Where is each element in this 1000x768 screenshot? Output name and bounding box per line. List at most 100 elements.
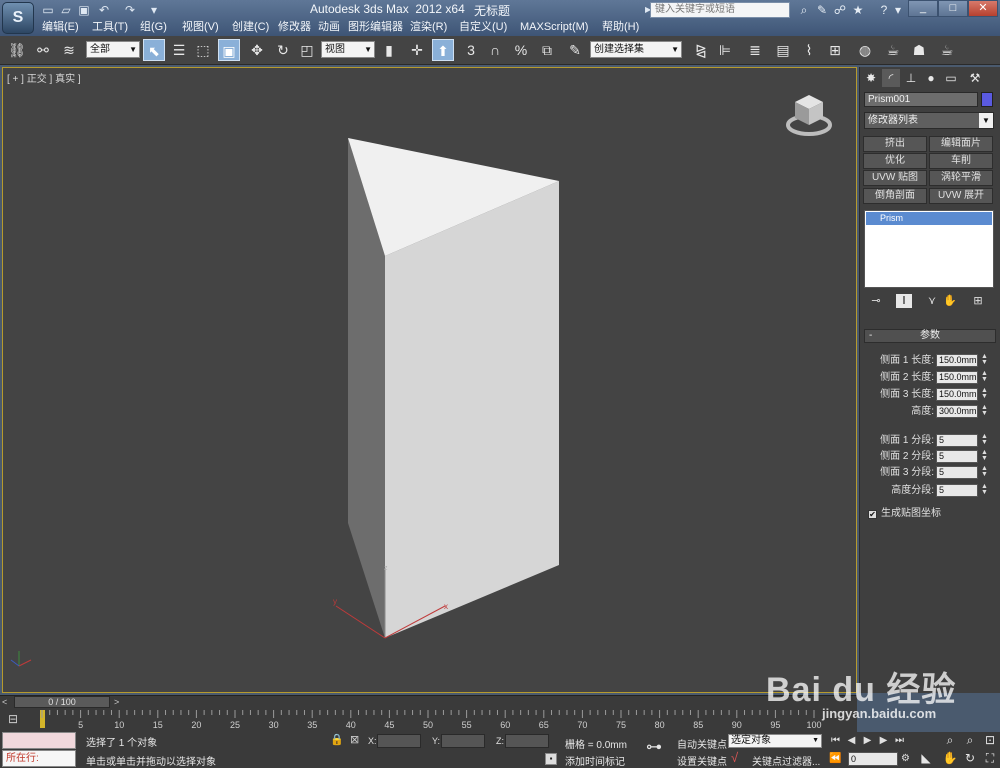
maxscript-listener-input[interactable] bbox=[2, 732, 76, 749]
select-object-icon[interactable]: ⬉ bbox=[143, 39, 165, 61]
modifier-button[interactable]: UVW 展开 bbox=[929, 188, 993, 204]
zoom-extents-icon[interactable]: ⊡ bbox=[982, 732, 998, 748]
segment-field[interactable]: 5 bbox=[936, 466, 978, 479]
reference-coord-dropdown[interactable]: 视图 ▼ bbox=[321, 41, 375, 58]
graphite-ribbon-icon[interactable]: ▤ bbox=[772, 39, 794, 61]
orbit-icon[interactable]: ↻ bbox=[962, 750, 978, 766]
mirror-icon[interactable]: ⧎ bbox=[690, 39, 712, 61]
key-filters-button[interactable]: 关键点过滤器... bbox=[752, 753, 820, 768]
segment-field[interactable]: 5 bbox=[936, 450, 978, 463]
track-bar[interactable]: ⊟ 5 10 15 20 25 30 35 40 45 50 55 60 65 70 75 80 85 90 95 1… bbox=[0, 708, 857, 732]
menu-create[interactable]: 创建(C) bbox=[232, 19, 269, 36]
modifier-stack[interactable]: Prism bbox=[864, 210, 994, 288]
lock-selection-icon[interactable]: 🔒 bbox=[330, 733, 344, 746]
menu-help[interactable]: 帮助(H) bbox=[602, 19, 639, 36]
select-manipulate-icon[interactable]: ✛ bbox=[406, 39, 428, 61]
modifier-button[interactable]: 倒角剖面 bbox=[863, 188, 927, 204]
object-color-swatch[interactable] bbox=[981, 92, 993, 107]
key-mode-toggle-icon[interactable]: ⏪ bbox=[828, 752, 843, 766]
rotate-icon[interactable]: ↻ bbox=[272, 39, 294, 61]
modify-tab-icon[interactable]: ◜ bbox=[882, 69, 900, 87]
align-icon[interactable]: ⊫ bbox=[714, 39, 736, 61]
unlink-icon[interactable]: ⚯ bbox=[32, 39, 54, 61]
move-icon[interactable]: ✥ bbox=[246, 39, 268, 61]
parameters-rollout-header[interactable]: - 参数 bbox=[864, 329, 996, 343]
modifier-button[interactable]: 车削 bbox=[929, 153, 993, 169]
spinner-icon[interactable]: ▲ ▼ bbox=[980, 449, 989, 463]
show-end-result-icon[interactable]: Ⅰ bbox=[896, 294, 912, 308]
segment-field[interactable]: 5 bbox=[936, 434, 978, 447]
time-slider[interactable]: < 0 / 100 > bbox=[0, 695, 857, 708]
menu-animation[interactable]: 动画 bbox=[318, 19, 340, 36]
spinner-icon[interactable]: ▲ ▼ bbox=[980, 483, 989, 497]
zoom-all-icon[interactable]: ⌕ bbox=[962, 732, 978, 748]
next-frame-icon[interactable]: ▶ bbox=[876, 734, 891, 748]
app-logo-icon[interactable]: S bbox=[2, 2, 34, 34]
viewcube-icon[interactable] bbox=[785, 91, 833, 139]
bind-space-warp-icon[interactable]: ≋ bbox=[58, 39, 80, 61]
select-by-name-icon[interactable]: ☰ bbox=[168, 39, 190, 61]
object-name-field[interactable]: Prism001 bbox=[864, 92, 978, 107]
redo-icon[interactable]: ↷ bbox=[122, 3, 138, 17]
menu-graph-editors[interactable]: 图形编辑器 bbox=[348, 19, 403, 36]
snaps-toggle-icon[interactable]: 3 bbox=[460, 39, 482, 61]
set-key-button[interactable]: 设置关键点 bbox=[677, 753, 727, 768]
absolute-mode-icon[interactable]: ⊠ bbox=[350, 733, 359, 746]
field-of-view-icon[interactable]: ◣ bbox=[918, 750, 934, 766]
spinner-icon[interactable]: ▲ ▼ bbox=[980, 370, 989, 384]
undo-icon[interactable]: ↶ bbox=[96, 3, 112, 17]
named-selection-dropdown[interactable]: 创建选择集 ▼ bbox=[590, 41, 682, 58]
maxscript-output[interactable]: 所在行: bbox=[2, 750, 76, 767]
y-coord-field[interactable] bbox=[441, 734, 485, 748]
time-prev-icon[interactable]: < bbox=[2, 696, 12, 708]
render-production-icon[interactable]: ☕ bbox=[936, 39, 958, 61]
param-field[interactable]: 150.0mm bbox=[936, 354, 978, 367]
spinner-icon[interactable]: ▲ ▼ bbox=[980, 433, 989, 447]
auto-key-button[interactable]: 自动关键点 bbox=[677, 736, 727, 751]
spinner-icon[interactable]: ▲ ▼ bbox=[980, 404, 989, 418]
window-crossing-icon[interactable]: ▣ bbox=[218, 39, 240, 61]
save-icon[interactable]: ▣ bbox=[76, 3, 92, 17]
param-field[interactable]: 150.0mm bbox=[936, 388, 978, 401]
stack-item-prism[interactable]: Prism bbox=[866, 212, 992, 225]
hierarchy-tab-icon[interactable]: ⊥ bbox=[902, 69, 920, 87]
key-mode-dropdown[interactable]: 选定对象 ▼ bbox=[728, 734, 822, 748]
subscription-icon[interactable]: ✎ bbox=[814, 2, 830, 18]
edit-named-selections-icon[interactable]: ✎ bbox=[564, 39, 586, 61]
remove-modifier-icon[interactable]: ✋ bbox=[942, 294, 958, 308]
zoom-icon[interactable]: ⌕ bbox=[942, 732, 958, 748]
communication-icon[interactable]: ☍ bbox=[832, 2, 848, 18]
current-frame-field[interactable]: 0 bbox=[848, 752, 898, 766]
play-icon[interactable]: ▶ bbox=[860, 734, 875, 748]
gen-map-coords-checkbox[interactable]: ✔ 生成贴图坐标 bbox=[868, 504, 941, 519]
maximize-button[interactable]: □ bbox=[938, 0, 968, 17]
spinner-icon[interactable]: ▲ ▼ bbox=[980, 465, 989, 479]
goto-end-icon[interactable]: ⏭ bbox=[892, 734, 907, 748]
angle-snap-icon[interactable]: ∩ bbox=[484, 39, 506, 61]
modifier-list-dropdown[interactable]: 修改器列表 ▼ bbox=[864, 112, 994, 129]
menu-edit[interactable]: 编辑(E) bbox=[42, 19, 79, 36]
scene-canvas[interactable]: x y z bbox=[3, 68, 857, 693]
menu-modifiers[interactable]: 修改器 bbox=[278, 19, 311, 36]
maximize-viewport-icon[interactable]: ⛶ bbox=[982, 750, 998, 766]
material-editor-icon[interactable]: ◍ bbox=[854, 39, 876, 61]
z-coord-field[interactable] bbox=[505, 734, 549, 748]
new-file-icon[interactable]: ▭ bbox=[40, 3, 56, 17]
menu-group[interactable]: 组(G) bbox=[140, 19, 167, 36]
set-key-icon[interactable]: ⊶ bbox=[646, 737, 662, 757]
modifier-button[interactable]: 挤出 bbox=[863, 136, 927, 152]
x-coord-field[interactable] bbox=[377, 734, 421, 748]
help-dropdown-icon[interactable]: ▾ bbox=[890, 2, 906, 18]
modifier-button[interactable]: UVW 贴图 bbox=[863, 170, 927, 186]
open-file-icon[interactable]: ▱ bbox=[58, 3, 74, 17]
curve-editor-icon[interactable]: ⌇ bbox=[798, 39, 820, 61]
menu-views[interactable]: 视图(V) bbox=[182, 19, 219, 36]
display-tab-icon[interactable]: ▭ bbox=[942, 69, 960, 87]
menu-customize[interactable]: 自定义(U) bbox=[459, 19, 507, 36]
schematic-view-icon[interactable]: ⊞ bbox=[824, 39, 846, 61]
pan-icon[interactable]: ✋ bbox=[942, 750, 958, 766]
favorites-icon[interactable]: ★ bbox=[850, 2, 866, 18]
rendered-frame-window-icon[interactable]: ☗ bbox=[908, 39, 930, 61]
menu-maxscript[interactable]: MAXScript(M) bbox=[520, 19, 588, 36]
create-tab-icon[interactable]: ✸ bbox=[862, 69, 880, 87]
